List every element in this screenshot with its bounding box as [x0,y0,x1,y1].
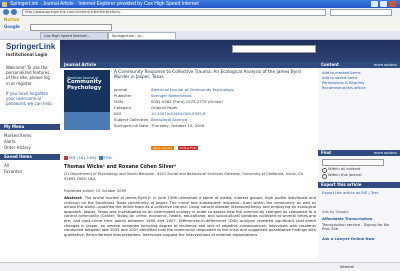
find-header-label: Find [321,150,331,155]
tab-springerlink[interactable]: SpringerLink - Jo... [108,32,176,39]
abstract: Abstract The brutal murder of James Byrd… [64,196,316,237]
access-badges: Open Access Online First [151,145,200,150]
site-search-input[interactable] [232,45,316,53]
published-online: Published online: 15 October 2009 [64,189,127,193]
export-link[interactable]: Export this article as RIS | Text [322,191,378,195]
recommend-link[interactable]: Recommend this article [322,86,366,90]
ad-link-lawyer[interactable]: Ask a Lawyer Online Now [322,237,375,241]
google-search-input[interactable] [30,24,112,31]
ads-by-google: Ads by Google [322,210,349,214]
my-menu-header: My Menu [0,124,60,130]
browser-search-input[interactable] [330,9,392,16]
site-header-band [60,40,400,62]
alerts-link[interactable]: Alerts [4,139,16,144]
saved-all-link[interactable]: All [4,163,9,168]
abstract-text: The brutal murder of James Byrd Jr. in J… [64,196,316,237]
find-more-options[interactable]: more options [374,150,397,156]
meta-label: SpringerLink Date [114,123,149,128]
close-button[interactable] [389,1,396,7]
meta-label: ISSN [114,99,123,104]
norton-label[interactable]: Norton [4,16,20,23]
site-header-left: SpringerLink Institutional Login [0,40,60,62]
back-icon[interactable] [3,9,9,15]
tab-cox[interactable]: Cox High Speed Internet... [40,32,108,39]
google-label[interactable]: Google [4,23,20,31]
pdf-link[interactable]: PDF (161.5 KB) [69,156,96,160]
find-input[interactable] [322,159,384,166]
ad-text: Transcription service - Signup for No Ri… [322,223,389,231]
meta-value-issn: 0091-0562 (Print) 1573-2770 (Online) [151,99,223,104]
meta-value-publisher[interactable]: Springer Netherlands [151,93,192,98]
meta-label: DOI [114,111,122,116]
meta-value-subject[interactable]: Behavioral Science [151,117,187,122]
page-content: SpringerLink Institutional Login Welcome… [0,40,400,270]
minimize-button[interactable] [371,1,378,7]
add-marked-link[interactable]: Add to marked items [322,71,361,75]
meta-label: Publisher [114,93,132,98]
export-header: Export this article [318,182,400,188]
add-saved-link[interactable]: Add to saved items [322,76,358,80]
find-header: Find more options [318,150,400,156]
meta-label: Subject Collection [114,117,149,122]
permissions-link[interactable]: Permissions & Reprints [322,81,364,85]
cover-graphic [64,112,110,130]
url-input[interactable]: http://www.springerlink.com/content/1r64… [22,9,326,16]
window-title: SpringerLink - Journal Article - Interne… [10,1,199,7]
pdf-icon [64,156,68,160]
journal-cover-image[interactable]: American Journal of Community Psychology [64,70,110,130]
meta-label: Category [114,105,132,110]
meta-value-doi[interactable]: 10.1007/s10464-009-9302-6 [151,111,205,116]
article-authors: Thomas Wicke¹ and Roxane Cohen Silver² [64,165,177,170]
radio-journal-label: Within this journal [328,173,362,177]
radio-all-label: Within all content [328,167,361,171]
marked-items-link[interactable]: Marked Items [4,133,31,138]
window-titlebar: SpringerLink - Journal Article - Interne… [0,0,400,8]
springerlink-logo[interactable]: SpringerLink [6,42,55,51]
welcome-message: Welcome! To use the personalized feature… [6,65,50,86]
radio-all-content[interactable] [322,168,327,173]
content-header-label: Content [321,62,339,67]
article-title: A Community Response to Collective Traum… [114,70,301,81]
tab-strip: Cox High Speed Internet... SpringerLink … [0,31,400,40]
download-row: PDF (161.5 KB) HTML [64,156,113,160]
content-header: Content more options [318,62,400,68]
browser-icon [2,1,7,7]
order-history-link[interactable]: Order History [4,145,31,150]
institutional-login-link[interactable]: Institutional Login [6,52,47,57]
content-more-options[interactable]: more options [374,62,397,68]
welcome-text: Welcome! To use the personalized feature… [0,62,60,110]
meta-label: Journal [114,87,128,92]
radio-this-journal[interactable] [322,174,327,179]
meta-value-date: Thursday, October 15, 2009 [151,123,205,128]
journal-article-header: Journal Article [60,62,318,68]
forward-icon[interactable] [11,9,17,15]
html-link[interactable]: HTML [103,156,113,160]
meta-value-journal[interactable]: American Journal of Community Psychology [151,87,234,92]
forgot-password-link[interactable]: If you have forgotten your username or p… [6,91,53,106]
online-first-badge: Online First [177,146,199,150]
abstract-label: Abstract [64,196,82,200]
maximize-button[interactable] [380,1,387,7]
author-affiliation: (1) Department of Psychology and Social … [64,172,303,181]
meta-value-category: Original Paper [151,105,178,110]
open-access-badge: Open Access [151,146,175,150]
ad-link-transcription[interactable]: Affordable Transcription [322,217,372,221]
saved-items-header: Saved Items [0,154,60,160]
saved-favorites-link[interactable]: Favorites [4,169,22,174]
cover-title: Community Psychology [67,79,102,91]
